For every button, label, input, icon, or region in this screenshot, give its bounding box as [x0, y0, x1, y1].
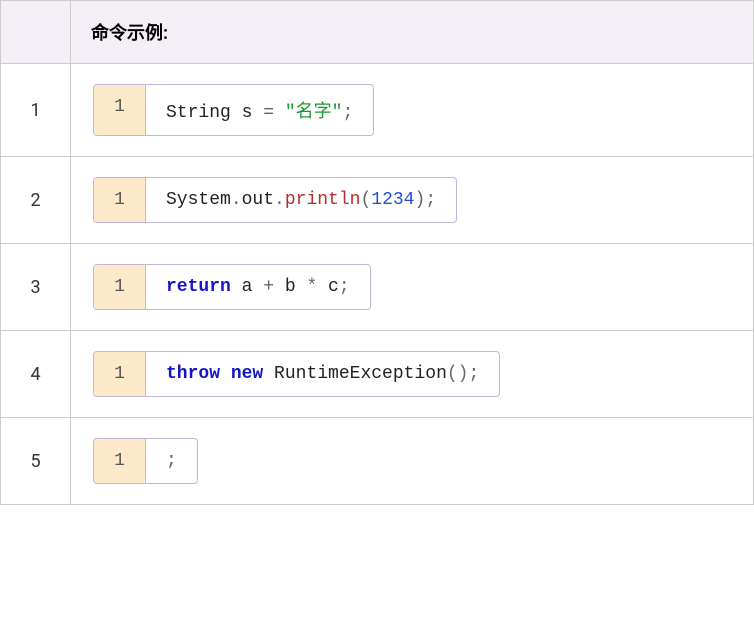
row-number: 4 [1, 331, 71, 418]
row-num-header [1, 1, 71, 64]
code-content: throw new RuntimeException(); [146, 352, 499, 396]
code-token: ; [339, 277, 350, 297]
code-cell: 1String s = "名字"; [71, 64, 754, 157]
row-number: 1 [1, 64, 71, 157]
code-token: ( [360, 190, 371, 210]
header-row: 命令示例: [1, 1, 754, 64]
code-token: + [263, 277, 274, 297]
code-token: System [166, 190, 231, 210]
code-content: ; [146, 439, 197, 483]
code-content: return a + b * c; [146, 265, 370, 309]
code-line-number: 1 [94, 85, 146, 135]
code-line-number: 1 [94, 178, 146, 222]
code-cell: 1; [71, 418, 754, 505]
code-token: . [274, 190, 285, 210]
code-token: throw [166, 364, 220, 384]
code-block: 1; [93, 438, 198, 484]
row-number: 3 [1, 244, 71, 331]
row-number: 5 [1, 418, 71, 505]
code-block: 1return a + b * c; [93, 264, 371, 310]
code-token: String s [166, 103, 263, 123]
code-token: * [306, 277, 317, 297]
code-cell: 1return a + b * c; [71, 244, 754, 331]
code-token: out [242, 190, 274, 210]
code-token: = [263, 103, 274, 123]
code-content: System.out.println(1234); [146, 178, 456, 222]
code-token: ; [166, 451, 177, 471]
code-token: new [231, 364, 263, 384]
code-token: return [166, 277, 231, 297]
code-block: 1throw new RuntimeException(); [93, 351, 500, 397]
code-block: 1String s = "名字"; [93, 84, 374, 136]
code-token: 1234 [371, 190, 414, 210]
row-number: 2 [1, 157, 71, 244]
code-token: println [285, 190, 361, 210]
code-token: a [231, 277, 263, 297]
code-token: ; [425, 190, 436, 210]
code-token: c [317, 277, 339, 297]
table-row: 11String s = "名字"; [1, 64, 754, 157]
code-token: ; [468, 364, 479, 384]
code-cell: 1System.out.println(1234); [71, 157, 754, 244]
header-label: 命令示例: [71, 1, 754, 64]
code-token: . [231, 190, 242, 210]
code-token: ) [415, 190, 426, 210]
table-row: 51; [1, 418, 754, 505]
code-line-number: 1 [94, 439, 146, 483]
code-cell: 1throw new RuntimeException(); [71, 331, 754, 418]
table-row: 41throw new RuntimeException(); [1, 331, 754, 418]
code-token: ; [342, 103, 353, 123]
table-row: 21System.out.println(1234); [1, 157, 754, 244]
code-line-number: 1 [94, 265, 146, 309]
code-token: RuntimeException [263, 364, 447, 384]
code-token: b [274, 277, 306, 297]
code-token: () [447, 364, 469, 384]
code-line-number: 1 [94, 352, 146, 396]
examples-table: 命令示例: 11String s = "名字";21System.out.pri… [0, 0, 754, 505]
code-token [220, 364, 231, 384]
table-row: 31return a + b * c; [1, 244, 754, 331]
code-token: "名字" [285, 103, 343, 123]
code-block: 1System.out.println(1234); [93, 177, 457, 223]
code-token [274, 103, 285, 123]
code-content: String s = "名字"; [146, 85, 373, 135]
